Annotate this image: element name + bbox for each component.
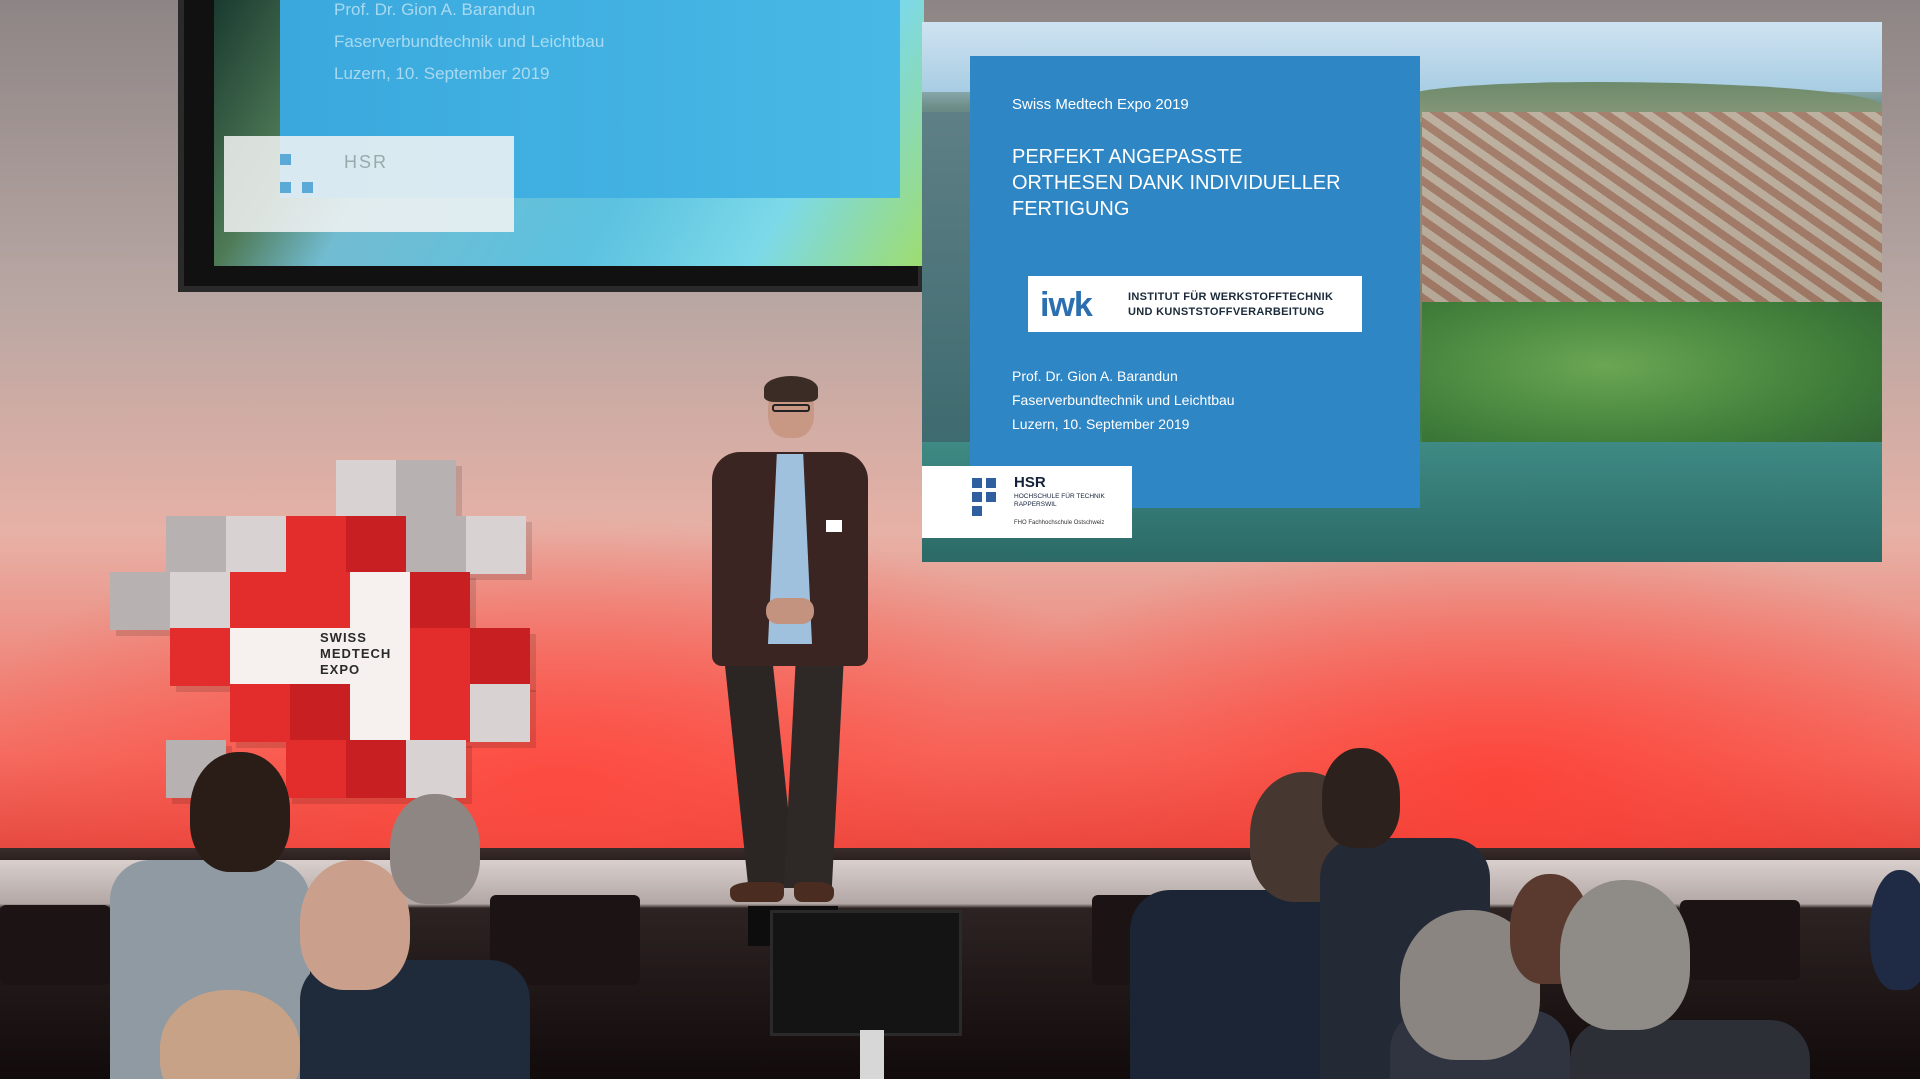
- slide-speaker-block: Prof. Dr. Gion A. Barandun Faserverbundt…: [1012, 364, 1235, 436]
- iwk-logo-text: INSTITUT FÜR WERKSTOFFTECHNIK UND KUNSTS…: [1128, 290, 1354, 320]
- hsr-sub-line2: RAPPERSWIL: [1014, 501, 1057, 508]
- presenter-shoe: [730, 882, 784, 902]
- presenter-name-badge: [826, 520, 842, 532]
- slide-title: PERFEKT ANGEPASSTE ORTHESEN DANK INDIVID…: [1012, 146, 1341, 220]
- audience-head: [390, 794, 480, 904]
- hsr-logo: HSR HOCHSCHULE FÜR TECHNIK RAPPERSWIL FH…: [922, 466, 1132, 538]
- swiss-medtech-expo-logo: SWISS MEDTECH EXPO: [100, 450, 560, 810]
- expo-logo-line3: EXPO: [320, 662, 361, 677]
- left-slide-speaker: Prof. Dr. Gion A. Barandun: [334, 0, 536, 19]
- expo-logo-line2: MEDTECH: [320, 646, 392, 661]
- hsr-sub-line1: HOCHSCHULE FÜR TECHNIK: [1014, 493, 1105, 500]
- audience-head: [1322, 748, 1400, 848]
- audience-head: [1560, 880, 1690, 1030]
- left-slide-hsr-logo: HSR: [224, 136, 514, 232]
- conference-stage-photo: Prof. Dr. Gion A. Barandun Faserverbundt…: [0, 0, 1920, 1079]
- hsr-logo-mark: HSR: [1014, 474, 1046, 491]
- slide-speaker-name: Prof. Dr. Gion A. Barandun: [1012, 368, 1178, 384]
- hsr-logo-subtitle: HOCHSCHULE FÜR TECHNIK RAPPERSWIL: [1014, 493, 1130, 509]
- presenter: [690, 376, 890, 912]
- iwk-logo: iwk INSTITUT FÜR WERKSTOFFTECHNIK UND KU…: [1028, 276, 1362, 332]
- slide-campus-park: [1422, 302, 1882, 462]
- left-projection-screen: Prof. Dr. Gion A. Barandun Faserverbundt…: [178, 0, 924, 292]
- slide-event-name: Swiss Medtech Expo 2019: [1012, 96, 1189, 113]
- slide-speaker-date: Luzern, 10. September 2019: [1012, 416, 1190, 432]
- chair: [0, 905, 110, 985]
- slide-speaker-dept: Faserverbundtechnik und Leichtbau: [1012, 392, 1235, 408]
- left-slide-dept: Faserverbundtechnik und Leichtbau: [334, 32, 605, 51]
- chair: [1680, 900, 1800, 980]
- presenter-shoe: [794, 882, 834, 902]
- audience-head: [1870, 870, 1920, 990]
- audience-head: [190, 752, 290, 872]
- slide-title-panel: Swiss Medtech Expo 2019 PERFEKT ANGEPASS…: [970, 56, 1420, 508]
- expo-logo-text: SWISS MEDTECH EXPO: [320, 630, 430, 678]
- iwk-logo-mark: iwk: [1040, 286, 1093, 324]
- hsr-logo-fh: FHO Fachhochschule Ostschweiz: [1014, 520, 1105, 526]
- slide-town-aerial: [1422, 112, 1882, 322]
- stage-monitor: [770, 910, 962, 1036]
- iwk-name-line1: INSTITUT FÜR WERKSTOFFTECHNIK: [1128, 291, 1334, 303]
- left-slide: Prof. Dr. Gion A. Barandun Faserverbundt…: [214, 0, 924, 266]
- stage-monitor-stand: [860, 1030, 884, 1079]
- iwk-name-line2: UND KUNSTSTOFFVERARBEITUNG: [1128, 306, 1325, 318]
- left-slide-hsr-wordmark: HSR: [344, 152, 389, 172]
- expo-logo-line1: SWISS: [320, 630, 367, 645]
- presenter-leg: [783, 652, 845, 888]
- presenter-hair: [764, 376, 818, 402]
- left-slide-date: Luzern, 10. September 2019: [334, 64, 550, 83]
- projected-slide: Swiss Medtech Expo 2019 PERFEKT ANGEPASS…: [922, 22, 1882, 562]
- presenter-hands: [766, 598, 814, 624]
- presenter-glasses: [772, 404, 810, 412]
